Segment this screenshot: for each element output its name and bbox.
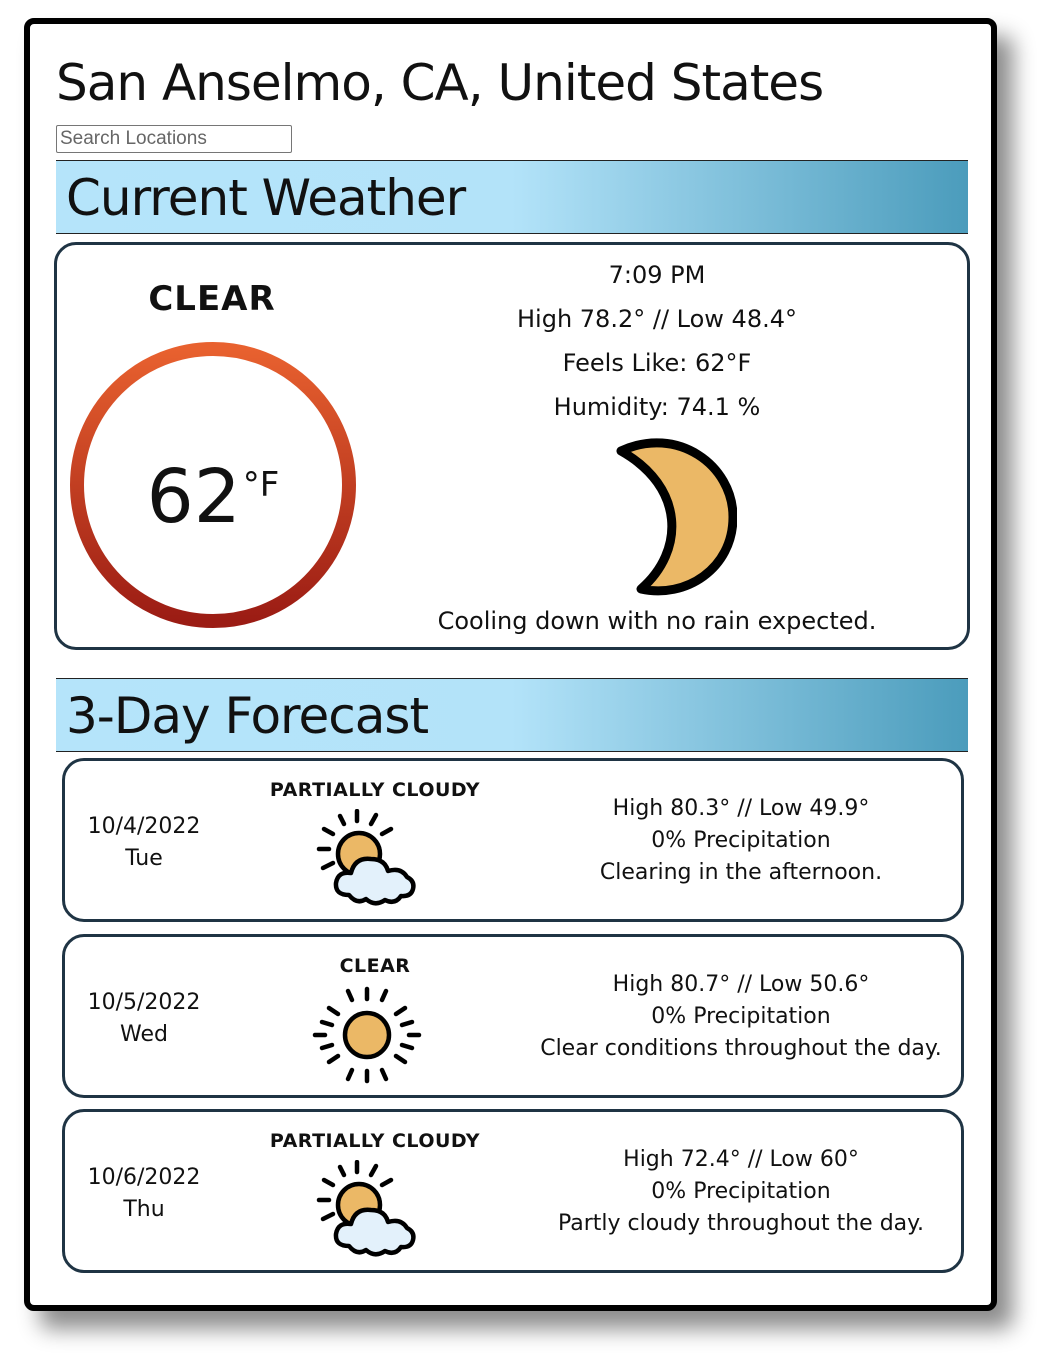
forecast-date: 10/4/2022 — [87, 814, 201, 839]
forecast-header: 3-Day Forecast — [56, 678, 968, 752]
forecast-date: 10/5/2022 — [87, 990, 201, 1015]
forecast-details: High 72.4° // Low 60° 0% Precipitation P… — [521, 1144, 961, 1240]
forecast-precipitation: 0% Precipitation — [651, 828, 831, 853]
forecast-date: 10/6/2022 — [87, 1165, 201, 1190]
forecast-condition: PARTIALLY CLOUDY — [269, 779, 481, 801]
forecast-condition: CLEAR — [339, 955, 411, 977]
forecast-description: Clear conditions throughout the day. — [540, 1036, 942, 1061]
forecast-weekday: Thu — [123, 1197, 165, 1222]
current-temperature: 62°F — [63, 445, 363, 537]
moon-icon — [616, 438, 737, 596]
forecast-day-card: 10/6/2022 Thu PARTIALLY CLOUDY High 72.4… — [62, 1109, 964, 1273]
forecast-high-low: High 80.3° // Low 49.9° — [612, 796, 870, 821]
current-humidity: Humidity: 74.1 % — [553, 393, 761, 421]
forecast-day-card: 10/4/2022 Tue PARTIALLY CLOUDY High 80.3… — [62, 758, 964, 922]
current-time: 7:09 PM — [608, 261, 706, 289]
current-weather-card: CLEAR 62°F 7:09 PM High 78.2° // Low 48.… — [54, 242, 970, 650]
forecast-condition: PARTIALLY CLOUDY — [269, 1130, 481, 1152]
current-high-low: High 78.2° // Low 48.4° — [517, 305, 797, 333]
partly-cloudy-icon — [316, 1160, 416, 1257]
forecast-date-block: 10/5/2022 Wed — [79, 987, 209, 1051]
temperature-value: 62 — [146, 454, 241, 540]
current-description: Cooling down with no rain expected. — [437, 607, 877, 635]
forecast-heading: 3-Day Forecast — [66, 687, 429, 745]
partly-cloudy-icon — [316, 809, 416, 906]
current-weather-heading: Current Weather — [66, 169, 466, 227]
temperature-unit: °F — [242, 465, 280, 505]
current-condition: CLEAR — [148, 279, 276, 319]
search-input[interactable] — [56, 125, 292, 153]
forecast-description: Clearing in the afternoon. — [599, 860, 883, 885]
forecast-weekday: Wed — [120, 1022, 168, 1047]
forecast-high-low: High 80.7° // Low 50.6° — [612, 972, 870, 997]
forecast-weekday: Tue — [125, 846, 163, 871]
forecast-high-low: High 72.4° // Low 60° — [623, 1147, 859, 1172]
location-title: San Anselmo, CA, United States — [56, 54, 824, 112]
current-feels-like: Feels Like: 62°F — [562, 349, 752, 377]
forecast-description: Partly cloudy throughout the day. — [557, 1211, 925, 1236]
forecast-precipitation: 0% Precipitation — [651, 1179, 831, 1204]
forecast-details: High 80.3° // Low 49.9° 0% Precipitation… — [521, 793, 961, 889]
forecast-details: High 80.7° // Low 50.6° 0% Precipitation… — [521, 969, 961, 1065]
current-weather-header: Current Weather — [56, 160, 968, 234]
forecast-day-card: 10/5/2022 Wed CLEAR High 80.7° // Low 50… — [62, 934, 964, 1098]
forecast-date-block: 10/4/2022 Tue — [79, 811, 209, 875]
forecast-precipitation: 0% Precipitation — [651, 1004, 831, 1029]
forecast-date-block: 10/6/2022 Thu — [79, 1162, 209, 1226]
sun-icon — [312, 986, 422, 1084]
weather-app-window: San Anselmo, CA, United States Current W… — [24, 18, 997, 1311]
